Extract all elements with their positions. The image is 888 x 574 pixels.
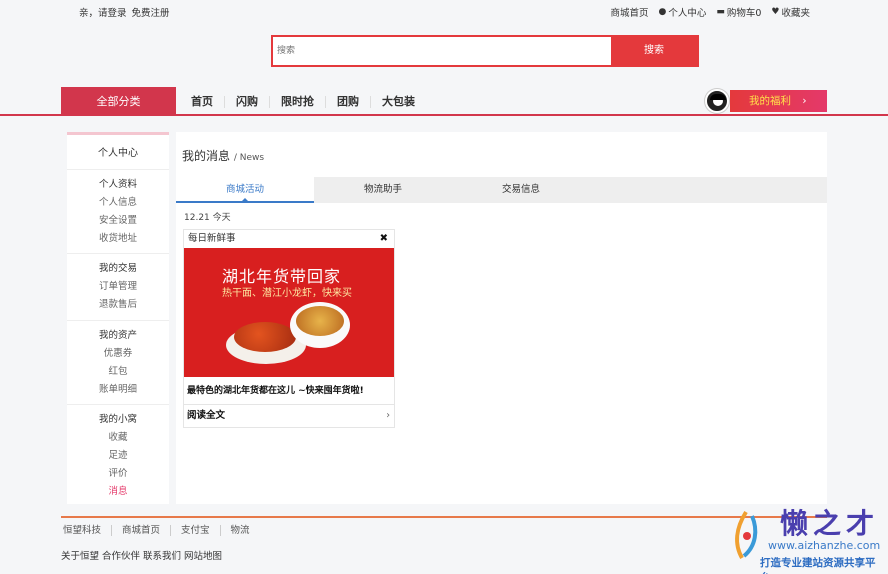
avatar[interactable] [705,89,729,113]
page-title: 我的消息 / News [182,147,264,164]
crayfish-image [234,322,296,352]
sidebar-section-title: 我的资产 [98,329,137,341]
my-welfare-label: 我的福利 [749,95,791,107]
nav-home[interactable]: 首页 [180,95,225,108]
message-card: 每日新鲜事 ✖ 湖北年货带回家 热干面、潜江小龙虾，快来买 最特色的湖北年货都在… [183,229,395,428]
sidebar-section-nest: 我的小窝 收藏 足迹 评价 消息 [67,405,169,506]
nav-links: 首页 闪购 限时抢 团购 大包装 [180,87,426,116]
sidebar-item-security[interactable]: 安全设置 [67,212,169,230]
chevron-right-icon: › [802,95,807,107]
sidebar: 个人中心 个人资料 个人信息 安全设置 收货地址 我的交易 订单管理 退款售后 … [67,132,169,504]
page-title-en: News [239,153,265,163]
nav-limited-time[interactable]: 限时抢 [270,95,326,108]
card-header: 每日新鲜事 ✖ [184,230,394,248]
top-bar: 亲，请登录 免费注册 商城首页 ● 个人中心 ▬ 购物车0 ♥ 收藏夹 [0,0,888,22]
read-more-label: 阅读全文 [187,410,226,421]
sidebar-item-personal-info[interactable]: 个人信息 [67,194,169,212]
promo-banner-image[interactable]: 湖北年货带回家 热干面、潜江小龙虾，快来买 [184,248,394,377]
message-tabs: 商城活动 物流助手 交易信息 [176,177,827,203]
sidebar-item-refunds[interactable]: 退款售后 [67,296,169,314]
sidebar-home[interactable]: 个人中心 [67,135,169,170]
sidebar-item-footprints[interactable]: 足迹 [67,447,169,465]
footer-link-alipay[interactable]: 支付宝 [171,525,221,536]
tab-logistics[interactable]: 物流助手 [314,177,452,203]
sidebar-item-address[interactable]: 收货地址 [67,230,169,248]
nav-big-pack[interactable]: 大包装 [371,95,426,108]
mall-home-link[interactable]: 商城首页 [610,5,648,19]
tab-transactions[interactable]: 交易信息 [452,177,590,203]
cart-icon: ▬ [716,6,725,17]
nav-group-buy[interactable]: 团购 [326,95,371,108]
footer-link-logistics[interactable]: 物流 [221,525,260,536]
footer-link-home[interactable]: 商城首页 [112,525,172,536]
cart-link[interactable]: ▬ 购物车0 [716,5,761,19]
sidebar-item-messages[interactable]: 消息 [67,483,169,501]
sidebar-item-favorites[interactable]: 收藏 [67,429,169,447]
search-input[interactable] [273,37,611,65]
main-content: 我的消息 / News 商城活动 物流助手 交易信息 12.21 今天 每日新鲜… [176,132,827,504]
favorites-link[interactable]: ♥ 收藏夹 [771,5,810,19]
favorites-label: 收藏夹 [781,8,810,19]
main-nav: 全部分类 首页 闪购 限时抢 团购 大包装 我的福利 › [0,87,888,116]
sidebar-item-red-packets[interactable]: 红包 [67,363,169,381]
login-area: 亲，请登录 免费注册 [79,5,172,19]
footer-link-company[interactable]: 恒望科技 [61,525,113,536]
tab-mall-activity[interactable]: 商城活动 [176,177,314,203]
card-header-text: 每日新鲜事 [188,233,236,244]
user-icon: ● [658,6,667,17]
watermark-logo-icon [735,510,758,559]
page-title-text: 我的消息 [182,149,231,163]
watermark-name: 懒之才 [780,507,880,540]
footer: 恒望科技 商城首页 支付宝 物流 关于恒望 合作伙伴 联系我们 网站地图 [61,516,827,562]
register-link[interactable]: 免费注册 [132,8,170,19]
all-categories-button[interactable]: 全部分类 [61,87,176,116]
avatar-hair [710,94,726,100]
user-center-link[interactable]: ● 个人中心 [658,5,706,19]
nav-flash-sale[interactable]: 闪购 [225,95,270,108]
read-more-link[interactable]: 阅读全文 › [184,405,394,427]
watermark-url: www.aizhanzhe.com [768,539,881,552]
close-icon[interactable]: ✖ [380,230,388,248]
sidebar-item-orders[interactable]: 订单管理 [67,278,169,296]
user-center-label: 个人中心 [668,8,707,19]
card-title[interactable]: 最特色的湖北年货都在这儿 ~快来囤年货啦! [184,377,394,405]
sidebar-section-title: 我的交易 [98,263,137,275]
search-bar: 搜索 [271,35,699,67]
sidebar-section-title: 个人资料 [98,179,137,190]
footer-links: 恒望科技 商城首页 支付宝 物流 [61,525,827,536]
sidebar-item-reviews[interactable]: 评价 [67,465,169,483]
chevron-right-icon: › [386,410,390,421]
sidebar-section-profile: 个人资料 个人信息 安全设置 收货地址 [67,170,169,255]
message-date: 12.21 今天 [184,213,231,223]
login-link[interactable]: 亲，请登录 [79,8,127,19]
banner-subtitle: 热干面、潜江小龙虾，快来买 [222,288,352,299]
sidebar-section-title: 我的小窝 [98,414,137,426]
sidebar-item-bills[interactable]: 账单明细 [67,381,169,399]
footer-bottom-links[interactable]: 关于恒望 合作伙伴 联系我们 网站地图 [61,548,827,562]
watermark: 懒之才 www.aizhanzhe.com 打造专业建站资源共享平台 [730,502,881,574]
mall-home-label: 商城首页 [610,8,649,19]
my-welfare-button[interactable]: 我的福利 › [730,90,827,112]
cart-label: 购物车0 [726,8,762,19]
top-links: 商城首页 ● 个人中心 ▬ 购物车0 ♥ 收藏夹 [610,5,810,19]
sidebar-section-trade: 我的交易 订单管理 退款售后 [67,254,169,321]
watermark-slogan: 打造专业建站资源共享平台 [760,557,876,574]
search-button[interactable]: 搜索 [611,37,697,65]
noodles-image [296,306,344,336]
sidebar-item-coupons[interactable]: 优惠券 [67,345,169,363]
heart-icon: ♥ [771,6,780,17]
sidebar-section-assets: 我的资产 优惠券 红包 账单明细 [67,321,169,406]
